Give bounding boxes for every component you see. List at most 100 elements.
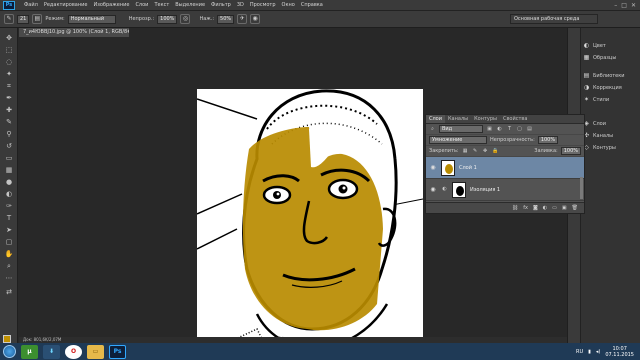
blend-mode-select[interactable]: Умножение: [429, 136, 487, 144]
explorer-icon[interactable]: ▭: [87, 344, 104, 359]
lock-brush-icon[interactable]: ✎: [472, 148, 479, 155]
blur-tool-icon[interactable]: ●: [4, 178, 14, 187]
marquee-tool-icon[interactable]: ⬚: [4, 46, 14, 55]
menu-filter[interactable]: Фильтр: [208, 2, 234, 8]
crop-tool-icon[interactable]: ⌗: [4, 82, 14, 91]
move-tool-icon[interactable]: ✥: [4, 34, 14, 43]
new-layer-icon[interactable]: ▣: [562, 205, 567, 211]
dock-item-libraries[interactable]: ▤ Библиотеки: [583, 70, 625, 81]
dodge-tool-icon[interactable]: ◐: [4, 190, 14, 199]
menu-3d[interactable]: 3D: [234, 2, 247, 8]
layer-style-icon[interactable]: fx: [523, 205, 528, 211]
filter-pixel-icon[interactable]: ▣: [486, 126, 493, 133]
eraser-tool-icon[interactable]: ▭: [4, 154, 14, 163]
new-adjustment-icon[interactable]: ◐: [543, 205, 547, 211]
filter-adjust-icon[interactable]: ◐: [496, 126, 503, 133]
delete-layer-icon[interactable]: 🗑: [572, 205, 578, 211]
document-tab[interactable]: 7_и4ЮВВЈ10.jpg @ 100% (Слой 1, RGB/8#) *: [19, 28, 129, 37]
dock-item-paths[interactable]: ◇ Контуры: [583, 142, 616, 153]
zoom-tool-icon[interactable]: ⌕: [4, 262, 14, 271]
menu-layers[interactable]: Слои: [132, 2, 151, 8]
menu-file[interactable]: Файл: [21, 2, 41, 8]
brush-tool-icon[interactable]: ✎: [4, 118, 14, 127]
swap-colors-icon[interactable]: ⇄: [4, 288, 14, 297]
layer-opacity-field[interactable]: 100%: [537, 136, 559, 144]
tab-properties[interactable]: Свойства: [500, 115, 530, 123]
dock-item-adjustments[interactable]: ◑ Коррекция: [583, 82, 622, 93]
network-icon[interactable]: ▮: [588, 349, 591, 355]
filter-smart-icon[interactable]: ▤: [526, 126, 533, 133]
eye-icon[interactable]: ◉: [429, 164, 437, 171]
tab-layers[interactable]: Слои: [426, 115, 445, 123]
lock-pixels-icon[interactable]: ▦: [462, 148, 469, 155]
menu-view[interactable]: Просмотр: [247, 2, 279, 8]
document-canvas[interactable]: [197, 89, 423, 360]
dock-item-swatches[interactable]: ▦ Образцы: [583, 52, 617, 63]
menu-edit[interactable]: Редактирование: [41, 2, 91, 8]
gradient-tool-icon[interactable]: ▦: [4, 166, 14, 175]
download-icon[interactable]: ⬇: [43, 344, 60, 359]
brush-panel-icon[interactable]: ▤: [32, 14, 43, 24]
dock-item-styles[interactable]: ✶ Стили: [583, 94, 609, 105]
eyedropper-tool-icon[interactable]: ✒: [4, 94, 14, 103]
tab-paths[interactable]: Контуры: [471, 115, 500, 123]
dock-item-color[interactable]: ◐ Цвет: [583, 40, 606, 51]
tab-channels[interactable]: Каналы: [445, 115, 471, 123]
clock[interactable]: 10:07 07.11.2015: [605, 346, 634, 358]
minimize-icon[interactable]: –: [614, 2, 617, 9]
lock-position-icon[interactable]: ✥: [482, 148, 489, 155]
menu-type[interactable]: Текст: [151, 2, 172, 8]
history-brush-icon[interactable]: ↺: [4, 142, 14, 151]
layer-filter-select[interactable]: Вид: [439, 125, 483, 133]
pressure-opacity-icon[interactable]: ◎: [180, 14, 191, 24]
lock-all-icon[interactable]: 🔒: [492, 148, 499, 155]
filter-shape-icon[interactable]: ▢: [516, 126, 523, 133]
airbrush-icon[interactable]: ✈: [237, 14, 248, 24]
dock-item-layers[interactable]: ◈ Слои: [583, 118, 606, 129]
utorrent-icon[interactable]: µ: [21, 344, 38, 359]
lasso-tool-icon[interactable]: ◌: [4, 58, 14, 67]
opacity-field[interactable]: 100%: [157, 14, 178, 24]
photoshop-taskbar-icon[interactable]: Ps: [109, 344, 126, 359]
shape-tool-icon[interactable]: ▢: [4, 238, 14, 247]
hand-tool-icon[interactable]: ✋: [4, 250, 14, 259]
start-button[interactable]: [3, 345, 16, 358]
opera-icon[interactable]: O: [65, 344, 82, 359]
language-indicator[interactable]: RU: [576, 349, 583, 355]
healing-tool-icon[interactable]: ✚: [4, 106, 14, 115]
close-icon[interactable]: ✕: [631, 2, 636, 9]
volume-icon[interactable]: ◂): [596, 349, 600, 355]
pressure-field[interactable]: 50%: [217, 14, 235, 24]
layer-row-1[interactable]: ◉ Слой 1: [426, 157, 584, 179]
layer-name[interactable]: Слой 1: [459, 165, 477, 171]
new-group-icon[interactable]: ▭: [552, 205, 557, 211]
layer-row-2[interactable]: ◉ ◐ Изоляция 1: [426, 179, 584, 201]
quick-select-tool-icon[interactable]: ✦: [4, 70, 14, 79]
link-layers-icon[interactable]: ⛓: [512, 205, 518, 211]
more-tools-icon[interactable]: ⋯: [4, 274, 14, 283]
layers-scrollbar[interactable]: [580, 177, 583, 199]
stamp-tool-icon[interactable]: ⚲: [4, 130, 14, 139]
workspace-select[interactable]: Основная рабочая среда: [510, 14, 598, 24]
menu-image[interactable]: Изображение: [90, 2, 132, 8]
pressure-size-icon[interactable]: ◉: [250, 14, 261, 24]
eye-icon[interactable]: ◉: [429, 186, 437, 193]
brush-tool-icon[interactable]: ✎: [4, 14, 14, 24]
foreground-color-swatch[interactable]: [3, 335, 11, 343]
path-select-tool-icon[interactable]: ➤: [4, 226, 14, 235]
brush-size-field[interactable]: 21: [17, 14, 30, 24]
layer-fill-field[interactable]: 100%: [560, 147, 581, 155]
menu-select[interactable]: Выделение: [172, 2, 208, 8]
options-bar: ✎ 21 ▤ Режим: Нормальный Непрозр.: 100% …: [0, 11, 640, 28]
mode-select[interactable]: Нормальный: [67, 14, 116, 24]
type-tool-icon[interactable]: T: [4, 214, 14, 223]
menu-window[interactable]: Окно: [279, 2, 298, 8]
filter-type-icon[interactable]: T: [506, 126, 513, 133]
maximize-icon[interactable]: □: [621, 2, 627, 9]
dock-item-channels[interactable]: ✣ Каналы: [583, 130, 613, 141]
layer-name[interactable]: Изоляция 1: [470, 187, 500, 193]
add-mask-icon[interactable]: ◙: [533, 205, 538, 211]
pen-tool-icon[interactable]: ✑: [4, 202, 14, 211]
menu-help[interactable]: Справка: [298, 2, 326, 8]
layers-footer: ⛓ fx ◙ ◐ ▭ ▣ 🗑: [426, 202, 584, 213]
